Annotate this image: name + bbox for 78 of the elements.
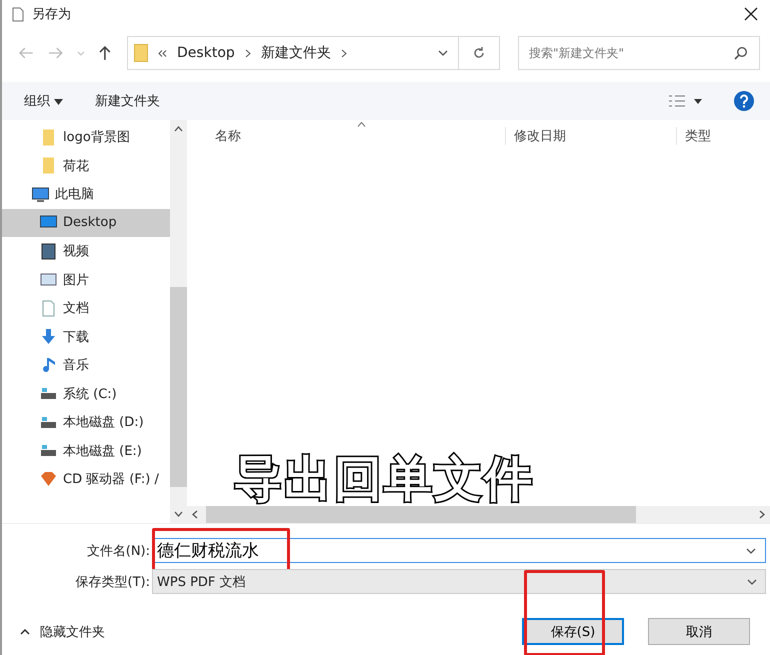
filename-label: 文件名(N): xyxy=(86,542,151,560)
sidebar-item-label: 文档 xyxy=(63,300,89,318)
caret-icon xyxy=(54,99,64,105)
dialog-button[interactable]: 取消 xyxy=(648,618,750,645)
sidebar-item-icon xyxy=(40,157,57,174)
sidebar-item-label: Desktop xyxy=(63,215,117,230)
sidebar-item-icon xyxy=(32,186,49,203)
scroll-right-icon[interactable] xyxy=(759,510,765,519)
sidebar-item-label: 图片 xyxy=(63,272,89,289)
sidebar-item[interactable]: CD 驱动器 (F:) / xyxy=(2,465,170,494)
up-arrow-icon[interactable] xyxy=(99,45,112,61)
sidebar-item-icon xyxy=(40,242,57,260)
double-chevron-icon xyxy=(158,50,168,56)
breadcrumb[interactable]: 新建文件夹 xyxy=(260,44,331,62)
sidebar-item-label: 本地磁盘 (E:) xyxy=(63,442,142,460)
organize-menu[interactable]: 组织 xyxy=(24,92,64,110)
chevron-up-icon[interactable] xyxy=(20,628,30,634)
sidebar-item-label: 荷花 xyxy=(63,158,89,175)
sidebar-item[interactable]: 文档 xyxy=(2,294,170,322)
sidebar-item[interactable]: 视频 xyxy=(2,237,170,266)
sidebar-item[interactable]: 音乐 xyxy=(2,351,170,380)
scroll-left-icon[interactable] xyxy=(192,510,198,519)
sidebar-item-icon xyxy=(40,271,57,288)
search-field[interactable]: 搜索"新建文件夹" xyxy=(518,36,760,70)
document-icon xyxy=(12,6,24,22)
file-type-dropdown[interactable]: WPS PDF 文档 xyxy=(152,569,766,594)
sidebar-item-label: 系统 (C:) xyxy=(63,386,117,403)
column-header[interactable]: 类型 xyxy=(676,127,711,145)
breadcrumb[interactable]: Desktop xyxy=(177,45,235,61)
sidebar-item[interactable]: 图片 xyxy=(2,266,170,294)
sidebar-item-icon xyxy=(40,356,57,374)
refresh-icon xyxy=(472,46,486,60)
address-bar[interactable]: Desktop 新建文件夹 xyxy=(127,36,500,70)
sidebar-item-label: logo背景图 xyxy=(63,129,130,146)
sidebar-item-label: 本地磁盘 (D:) xyxy=(63,414,144,432)
folder-icon xyxy=(134,44,148,62)
search-icon[interactable] xyxy=(734,46,748,60)
sidebar-item-label: 音乐 xyxy=(63,357,89,374)
sidebar-item-icon xyxy=(40,300,57,317)
sidebar-item-label: 视频 xyxy=(63,243,89,260)
horizontal-scrollbar[interactable] xyxy=(187,506,770,523)
close-icon[interactable] xyxy=(744,7,758,21)
column-header[interactable]: 名称 xyxy=(187,127,505,145)
scroll-down-icon[interactable] xyxy=(174,511,183,517)
dialog-button[interactable]: 保存(S) xyxy=(522,618,624,645)
sidebar-item-icon xyxy=(40,128,57,146)
scrollbar-thumb[interactable] xyxy=(206,506,636,523)
view-options-icon[interactable] xyxy=(668,95,702,107)
new-folder-button[interactable]: 新建文件夹 xyxy=(95,92,160,110)
vertical-scrollbar[interactable] xyxy=(170,120,187,523)
scroll-up-icon[interactable] xyxy=(174,126,183,132)
sidebar-item-icon xyxy=(40,470,57,488)
file-type-label: 保存类型(T): xyxy=(74,574,151,590)
chevron-right-icon[interactable] xyxy=(340,48,347,58)
hide-folders-link[interactable]: 隐藏文件夹 xyxy=(40,622,105,640)
scrollbar-thumb[interactable] xyxy=(170,286,187,486)
chevron-down-icon[interactable] xyxy=(438,50,448,56)
filename-field[interactable]: 德仁财税流水 xyxy=(152,538,766,563)
column-header[interactable]: 修改日期 xyxy=(505,127,676,145)
sidebar-item-icon xyxy=(40,328,57,346)
video-caption: 导出回单文件 xyxy=(234,450,534,509)
help-icon[interactable] xyxy=(734,91,754,111)
chevron-right-icon[interactable] xyxy=(244,48,251,58)
sidebar-item-label: 此电脑 xyxy=(55,186,94,204)
sidebar-item[interactable]: 荷花 xyxy=(2,152,170,180)
sidebar-item-label: 下载 xyxy=(63,328,89,346)
sidebar-item[interactable]: 系统 (C:) xyxy=(2,380,170,408)
sidebar-item[interactable]: Desktop xyxy=(2,208,170,237)
sidebar-item[interactable]: 本地磁盘 (E:) xyxy=(2,436,170,465)
window-title: 另存为 xyxy=(32,6,71,23)
sort-caret-icon xyxy=(357,122,366,127)
chevron-down-icon[interactable] xyxy=(747,578,757,584)
sidebar-item[interactable]: 本地磁盘 (D:) xyxy=(2,408,170,436)
sidebar-item[interactable]: logo背景图 xyxy=(2,123,170,152)
chevron-down-icon[interactable] xyxy=(746,548,756,554)
sidebar-item-label: CD 驱动器 (F:) / xyxy=(63,471,159,488)
sidebar-item[interactable]: 下载 xyxy=(2,322,170,351)
sidebar-item[interactable]: 此电脑 xyxy=(2,180,170,208)
